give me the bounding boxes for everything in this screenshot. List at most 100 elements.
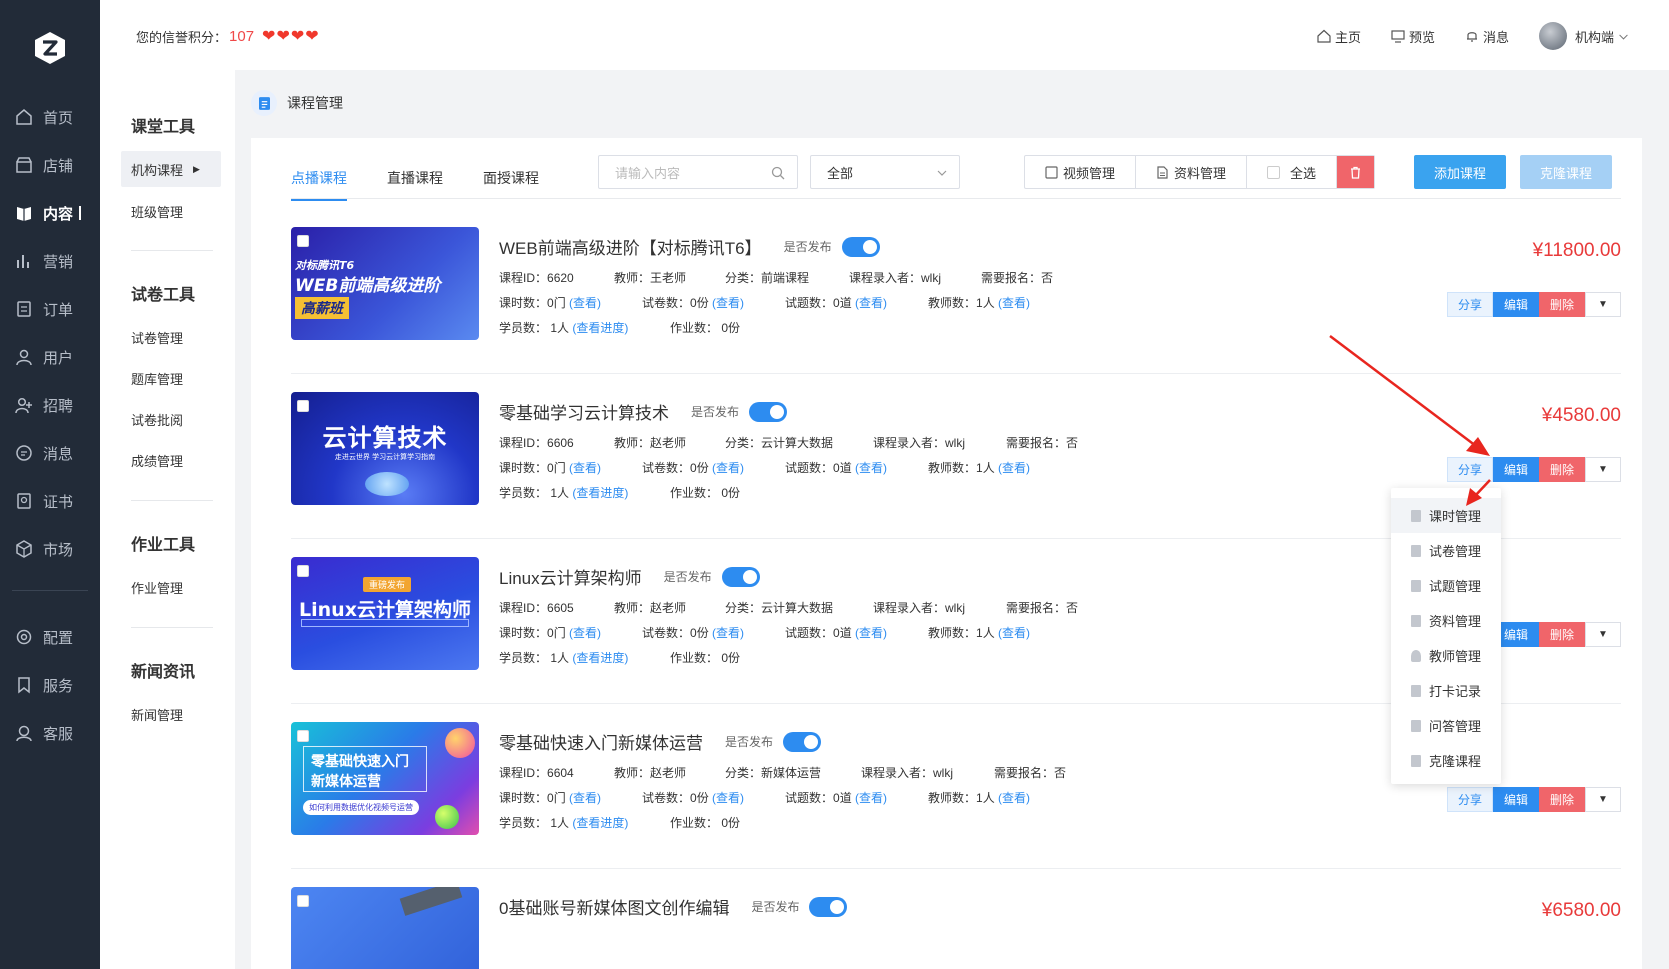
course-checkbox[interactable]: [297, 400, 309, 412]
message-link[interactable]: 消息: [1465, 27, 1509, 46]
sidebar-item-support[interactable]: 客服: [0, 718, 100, 748]
material-mgmt-button[interactable]: 资料管理: [1136, 156, 1248, 188]
course-thumbnail[interactable]: 重磅发布 Linux云计算架构师: [291, 557, 479, 670]
subnav-item-homework-mgmt[interactable]: 作业管理: [131, 578, 183, 597]
sidebar-item-certificates[interactable]: 证书: [0, 486, 100, 516]
subnav-item-question-bank[interactable]: 题库管理: [131, 369, 183, 388]
view-papers-link[interactable]: (查看): [712, 296, 744, 310]
sidebar-item-orders[interactable]: 订单: [0, 294, 100, 324]
select-all-checkbox[interactable]: 全选: [1247, 156, 1338, 188]
view-papers-link[interactable]: (查看): [712, 626, 744, 640]
view-teachers-link[interactable]: (查看): [998, 626, 1030, 640]
sidebar-item-users[interactable]: 用户: [0, 342, 100, 372]
subnav-item-news-mgmt[interactable]: 新闻管理: [131, 705, 183, 724]
menu-item-clone-course[interactable]: 克隆课程: [1391, 743, 1501, 778]
menu-item-qa-mgmt[interactable]: 问答管理: [1391, 708, 1501, 743]
delete-button[interactable]: 删除: [1539, 787, 1585, 812]
view-questions-link[interactable]: (查看): [855, 791, 887, 805]
edit-button[interactable]: 编辑: [1493, 457, 1539, 482]
view-lessons-link[interactable]: (查看): [569, 296, 601, 310]
sidebar-item-market[interactable]: 市场: [0, 534, 100, 564]
edit-button[interactable]: 编辑: [1493, 292, 1539, 317]
delete-button[interactable]: 删除: [1539, 457, 1585, 482]
course-checkbox[interactable]: [297, 895, 309, 907]
more-dropdown-button[interactable]: ▼: [1585, 292, 1621, 317]
course-title[interactable]: WEB前端高级进阶【对标腾讯T6】: [499, 234, 762, 259]
view-papers-link[interactable]: (查看): [712, 461, 744, 475]
share-button[interactable]: 分享: [1447, 787, 1493, 812]
publish-toggle[interactable]: [721, 566, 760, 587]
view-progress-link[interactable]: (查看进度): [572, 321, 628, 335]
sidebar-item-home[interactable]: 首页: [0, 102, 100, 132]
sidebar-item-store[interactable]: 店铺: [0, 150, 100, 180]
course-checkbox[interactable]: [297, 235, 309, 247]
publish-toggle[interactable]: [749, 401, 788, 422]
preview-link[interactable]: 预览: [1391, 27, 1435, 46]
course-thumbnail[interactable]: 云计算技术 走进云世界 学习云计算学习指南: [291, 392, 479, 505]
view-questions-link[interactable]: (查看): [855, 626, 887, 640]
course-title[interactable]: 0基础账号新媒体图文创作编辑: [499, 894, 729, 919]
menu-item-label: 试题管理: [1429, 579, 1482, 594]
course-checkbox[interactable]: [297, 730, 309, 742]
menu-item-material-mgmt[interactable]: 资料管理: [1391, 603, 1501, 638]
course-title[interactable]: 零基础快速入门新媒体运营: [499, 729, 703, 754]
category-select[interactable]: 全部: [810, 155, 960, 189]
tab-offline-courses[interactable]: 面授课程: [483, 168, 539, 200]
course-thumbnail[interactable]: 零基础快速入门 新媒体运营 如何利用数据优化视频号运营: [291, 722, 479, 835]
view-lessons-link[interactable]: (查看): [569, 461, 601, 475]
delete-button[interactable]: 删除: [1539, 622, 1585, 647]
view-papers-link[interactable]: (查看): [712, 791, 744, 805]
sidebar-item-recruit[interactable]: 招聘: [0, 390, 100, 420]
more-dropdown-button[interactable]: ▼: [1585, 457, 1621, 482]
publish-toggle[interactable]: [809, 896, 848, 917]
edit-button[interactable]: 编辑: [1493, 787, 1539, 812]
view-teachers-link[interactable]: (查看): [998, 296, 1030, 310]
menu-item-teacher-mgmt[interactable]: 教师管理: [1391, 638, 1501, 673]
view-teachers-link[interactable]: (查看): [998, 791, 1030, 805]
tab-vod-courses[interactable]: 点播课程: [291, 168, 347, 201]
publish-toggle[interactable]: [841, 236, 880, 257]
subnav-item-scores[interactable]: 成绩管理: [131, 451, 183, 470]
menu-item-checkin-records[interactable]: 打卡记录: [1391, 673, 1501, 708]
tab-live-courses[interactable]: 直播课程: [387, 168, 443, 200]
view-questions-link[interactable]: (查看): [855, 461, 887, 475]
account-menu[interactable]: 机构端: [1538, 22, 1633, 50]
view-lessons-link[interactable]: (查看): [569, 791, 601, 805]
bulk-delete-button[interactable]: [1337, 156, 1375, 188]
search-input[interactable]: 请输入内容: [598, 155, 798, 189]
view-progress-link[interactable]: (查看进度): [572, 486, 628, 500]
logo-icon[interactable]: [32, 30, 68, 66]
view-progress-link[interactable]: (查看进度): [572, 651, 628, 665]
share-button[interactable]: 分享: [1447, 457, 1493, 482]
course-thumbnail[interactable]: 对标腾讯T6 WEB前端高级进阶 高薪班: [291, 227, 479, 340]
course-title[interactable]: Linux云计算架构师: [499, 564, 642, 589]
more-dropdown-button[interactable]: ▼: [1585, 787, 1621, 812]
menu-item-paper-mgmt[interactable]: 试卷管理: [1391, 533, 1501, 568]
video-mgmt-button[interactable]: 视频管理: [1025, 156, 1137, 188]
subnav-item-paper-mgmt[interactable]: 试卷管理: [131, 328, 183, 347]
course-title[interactable]: 零基础学习云计算技术: [499, 399, 669, 424]
sidebar-item-messages[interactable]: 消息: [0, 438, 100, 468]
publish-toggle[interactable]: [783, 731, 822, 752]
subnav-item-org-courses[interactable]: 机构课程 ▶: [121, 151, 221, 187]
view-lessons-link[interactable]: (查看): [569, 626, 601, 640]
menu-item-lesson-mgmt[interactable]: 课时管理: [1391, 498, 1501, 533]
sidebar-item-content[interactable]: 内容: [0, 198, 100, 228]
menu-item-question-mgmt[interactable]: 试题管理: [1391, 568, 1501, 603]
delete-button[interactable]: 删除: [1539, 292, 1585, 317]
subnav-item-paper-review[interactable]: 试卷批阅: [131, 410, 183, 429]
sidebar-item-config[interactable]: 配置: [0, 622, 100, 652]
sidebar-item-service[interactable]: 服务: [0, 670, 100, 700]
view-questions-link[interactable]: (查看): [855, 296, 887, 310]
view-teachers-link[interactable]: (查看): [998, 461, 1030, 475]
course-checkbox[interactable]: [297, 565, 309, 577]
subnav-item-class-mgmt[interactable]: 班级管理: [131, 202, 183, 221]
sidebar-item-marketing[interactable]: 营销: [0, 246, 100, 276]
home-link[interactable]: 主页: [1317, 27, 1361, 46]
share-button[interactable]: 分享: [1447, 292, 1493, 317]
view-progress-link[interactable]: (查看进度): [572, 816, 628, 830]
more-dropdown-button[interactable]: ▼: [1585, 622, 1621, 647]
course-thumbnail[interactable]: [291, 887, 479, 969]
add-course-button[interactable]: 添加课程: [1414, 155, 1506, 189]
clone-course-button[interactable]: 克隆课程: [1520, 155, 1612, 189]
